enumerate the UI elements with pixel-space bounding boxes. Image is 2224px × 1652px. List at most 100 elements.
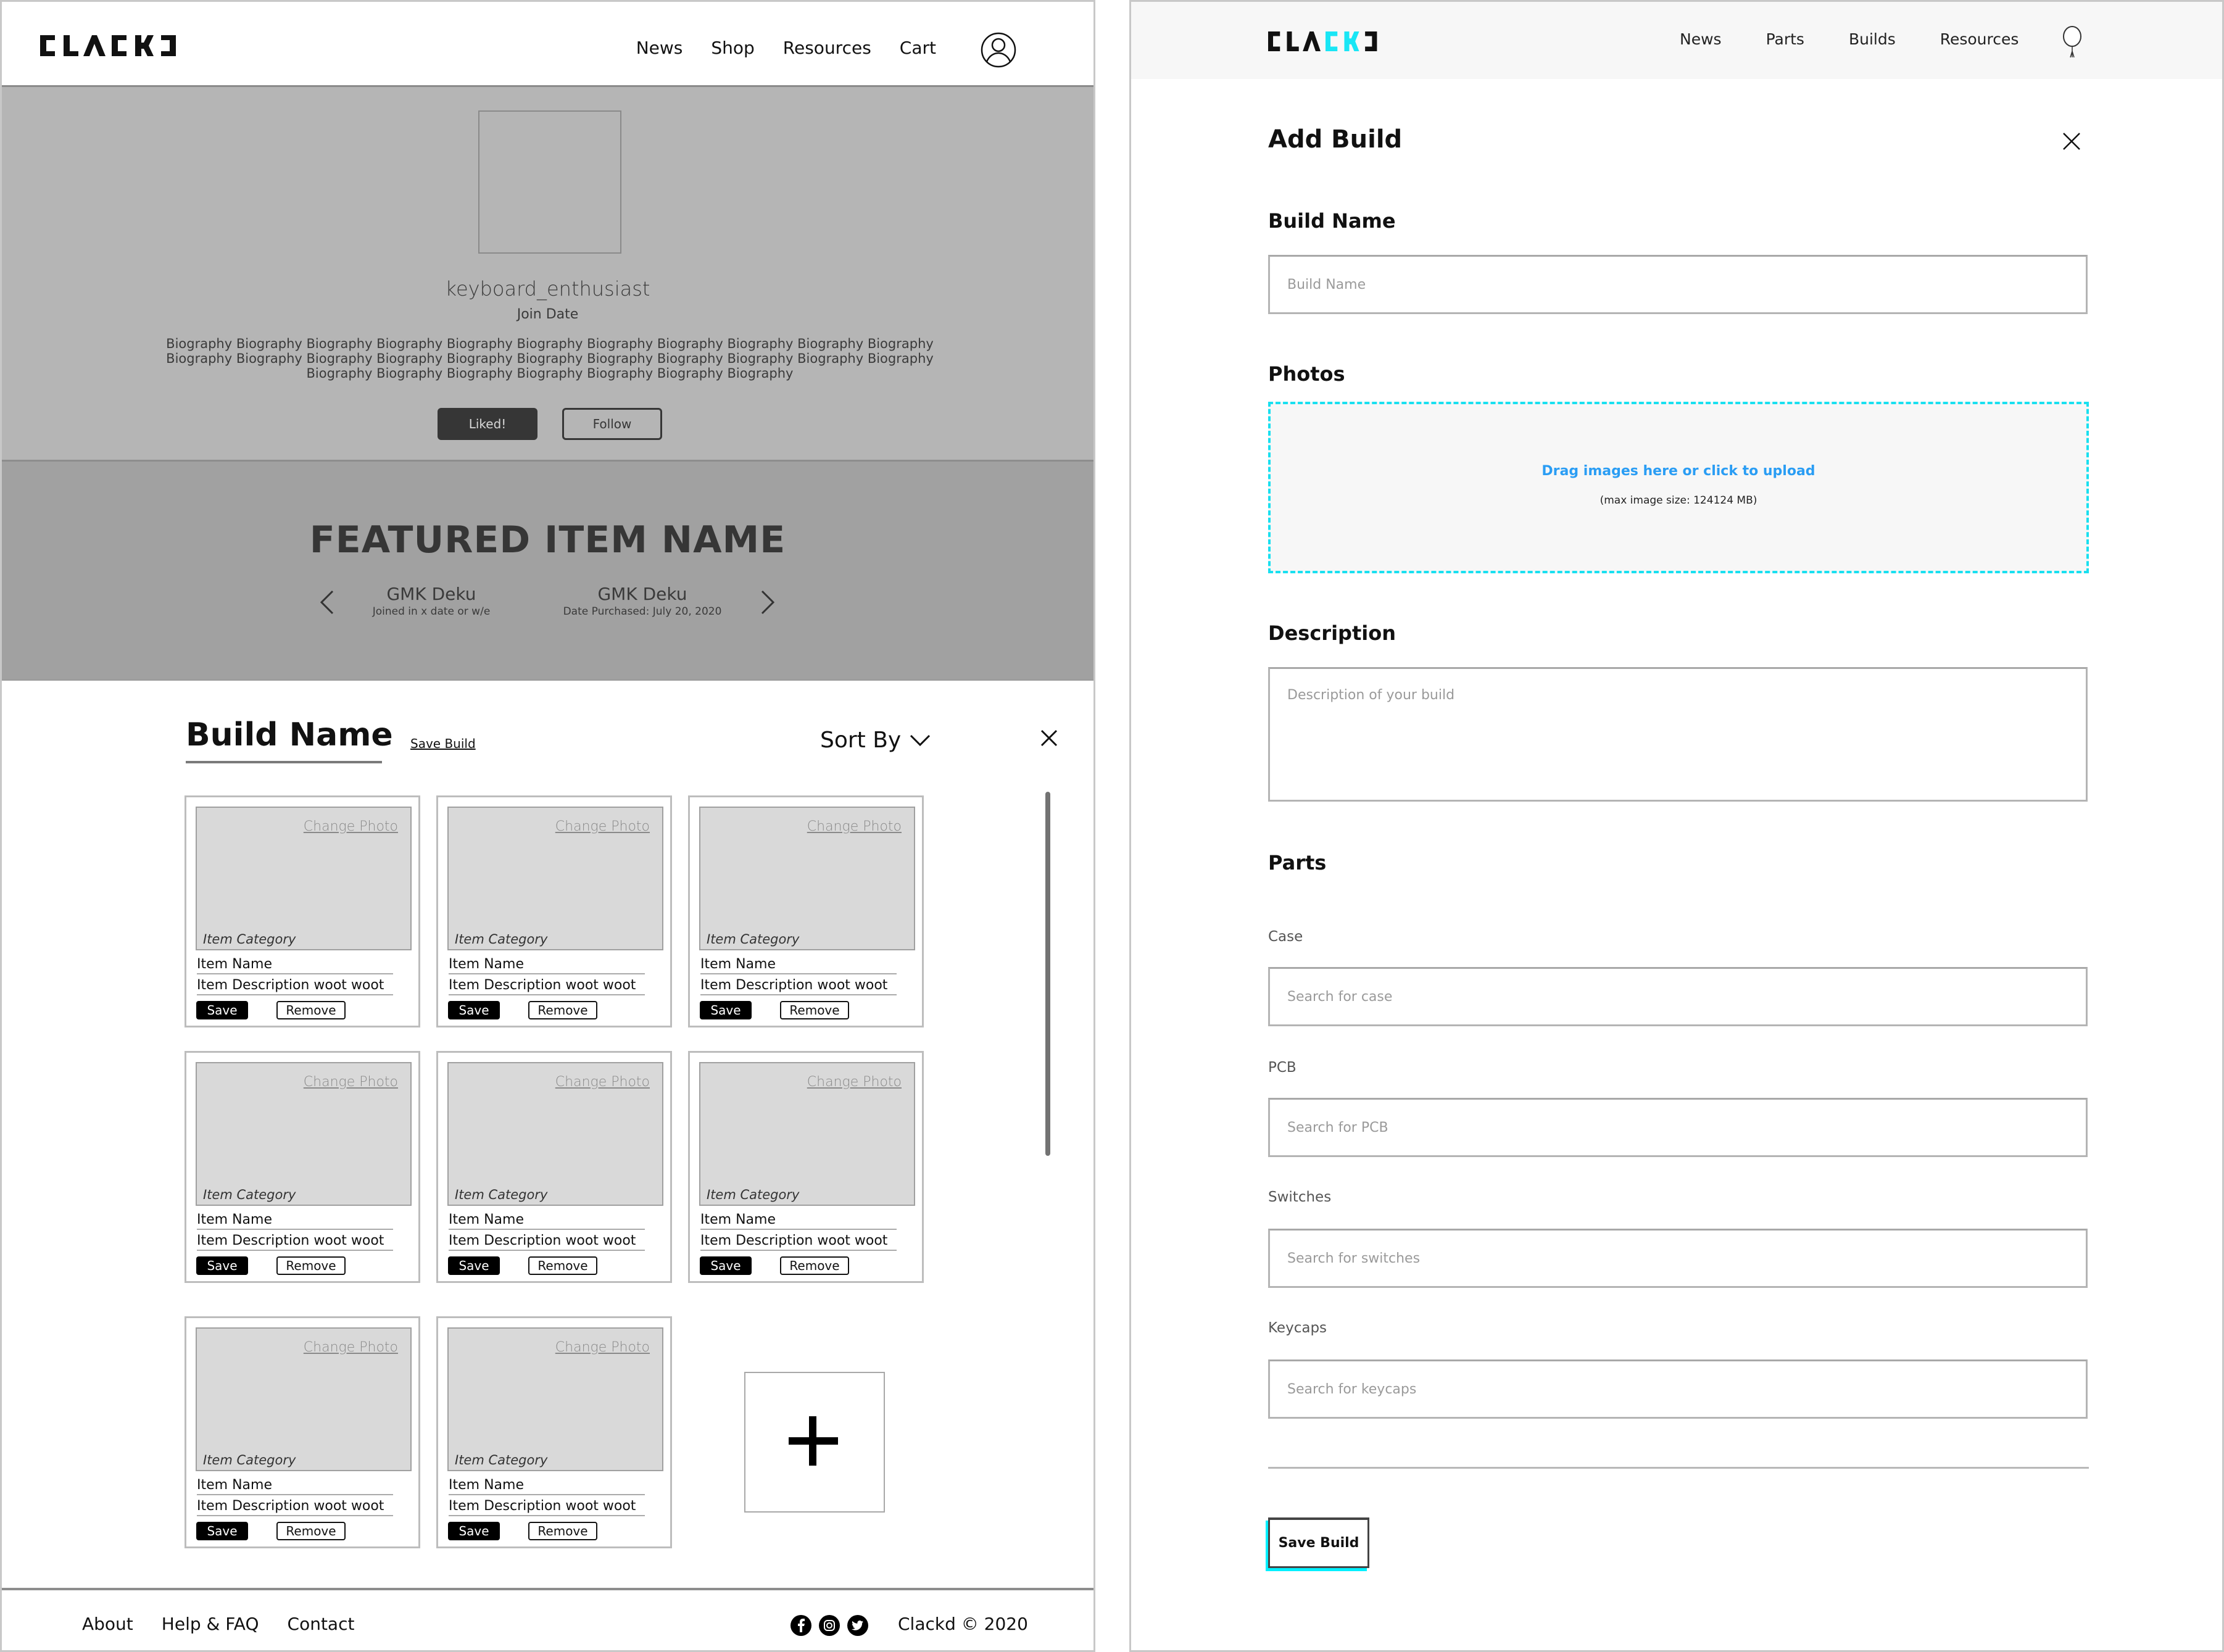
remove-item-button[interactable]: Remove bbox=[276, 1256, 346, 1275]
item-photo: Change Photo Item Category bbox=[447, 1062, 663, 1206]
clackd-logo[interactable] bbox=[40, 35, 183, 56]
featured-item-name: GMK Deku bbox=[597, 584, 687, 604]
switches-search-input[interactable] bbox=[1268, 1229, 2088, 1288]
item-description: Item Description woot woot bbox=[449, 1498, 645, 1516]
build-name-input[interactable] bbox=[1268, 255, 2088, 314]
footer-help-faq[interactable]: Help & FAQ bbox=[162, 1614, 259, 1634]
scrollbar[interactable] bbox=[1045, 792, 1050, 1156]
item-photo: Change Photo Item Category bbox=[196, 1327, 412, 1471]
item-photo: Change Photo Item Category bbox=[699, 1062, 915, 1206]
change-photo-link[interactable]: Change Photo bbox=[555, 1340, 650, 1355]
remove-item-button[interactable]: Remove bbox=[528, 1001, 597, 1019]
change-photo-link[interactable]: Change Photo bbox=[304, 819, 398, 834]
build-item-card: Change Photo Item Category Item Name Item D… bbox=[436, 795, 672, 1027]
build-item-card: Change Photo Item Category Item Name Item D… bbox=[688, 1051, 924, 1283]
item-category: Item Category bbox=[203, 1187, 296, 1202]
nav-news[interactable]: News bbox=[1680, 30, 1722, 48]
save-item-button[interactable]: Save bbox=[448, 1522, 500, 1540]
footer-about[interactable]: About bbox=[82, 1614, 133, 1634]
featured-item[interactable]: GMK Deku Date Purchased: July 20, 2020 bbox=[531, 584, 753, 618]
user-circle-icon[interactable] bbox=[980, 31, 1017, 68]
save-item-button[interactable]: Save bbox=[448, 1256, 500, 1275]
remove-item-button[interactable]: Remove bbox=[528, 1522, 597, 1540]
nav-resources[interactable]: Resources bbox=[783, 38, 871, 58]
save-item-button[interactable]: Save bbox=[700, 1001, 752, 1019]
build-name-title: Build Name bbox=[186, 716, 393, 753]
change-photo-link[interactable]: Change Photo bbox=[555, 1074, 650, 1090]
liked-button[interactable]: Liked! bbox=[438, 408, 537, 440]
keycaps-search-input[interactable] bbox=[1268, 1359, 2088, 1419]
item-name: Item Name bbox=[449, 957, 645, 974]
nav-news[interactable]: News bbox=[636, 38, 683, 58]
remove-item-button[interactable]: Remove bbox=[276, 1001, 346, 1019]
instagram-icon[interactable] bbox=[819, 1615, 840, 1636]
build-title-underline bbox=[186, 761, 382, 763]
twitter-icon[interactable] bbox=[847, 1615, 868, 1636]
sort-by-dropdown[interactable]: Sort By bbox=[820, 728, 931, 753]
remove-item-button[interactable]: Remove bbox=[528, 1256, 597, 1275]
item-category: Item Category bbox=[203, 932, 296, 947]
item-photo: Change Photo Item Category bbox=[447, 1327, 663, 1471]
build-item-card: Change Photo Item Category Item Name Item D… bbox=[185, 795, 420, 1027]
item-photo: Change Photo Item Category bbox=[447, 807, 663, 950]
chevron-right-icon[interactable] bbox=[758, 589, 777, 616]
save-build-button[interactable]: Save Build bbox=[1268, 1517, 1369, 1568]
save-item-button[interactable]: Save bbox=[196, 1001, 248, 1019]
nav-resources[interactable]: Resources bbox=[1940, 30, 2019, 48]
item-photo: Change Photo Item Category bbox=[196, 807, 412, 950]
nav-cart[interactable]: Cart bbox=[900, 38, 936, 58]
form-divider bbox=[1268, 1467, 2089, 1469]
save-item-button[interactable]: Save bbox=[196, 1522, 248, 1540]
change-photo-link[interactable]: Change Photo bbox=[304, 1074, 398, 1090]
item-photo: Change Photo Item Category bbox=[699, 807, 915, 950]
item-name: Item Name bbox=[197, 1212, 393, 1230]
biography: Biography Biography Biography Biography … bbox=[166, 336, 934, 381]
pcb-search-input[interactable] bbox=[1268, 1098, 2088, 1157]
nav-parts[interactable]: Parts bbox=[1766, 30, 1804, 48]
change-photo-link[interactable]: Change Photo bbox=[807, 1074, 902, 1090]
save-build-link[interactable]: Save Build bbox=[410, 736, 476, 751]
remove-item-button[interactable]: Remove bbox=[276, 1522, 346, 1540]
item-category: Item Category bbox=[203, 1453, 296, 1467]
main-nav: News Parts Builds Resources bbox=[1680, 30, 2019, 48]
footer-contact[interactable]: Contact bbox=[288, 1614, 355, 1634]
case-search-input[interactable] bbox=[1268, 967, 2088, 1026]
item-name: Item Name bbox=[197, 1477, 393, 1495]
facebook-icon[interactable] bbox=[790, 1615, 811, 1636]
close-icon[interactable] bbox=[1040, 729, 1058, 747]
nav-shop[interactable]: Shop bbox=[711, 38, 754, 58]
clackd-logo[interactable] bbox=[1268, 31, 1383, 51]
change-photo-link[interactable]: Change Photo bbox=[555, 819, 650, 834]
build-name-label: Build Name bbox=[1268, 209, 1396, 233]
save-item-button[interactable]: Save bbox=[196, 1256, 248, 1275]
clackd-logo-icon bbox=[1268, 31, 1377, 51]
item-name: Item Name bbox=[700, 957, 897, 974]
item-description: Item Description woot woot bbox=[197, 1233, 393, 1251]
item-description: Item Description woot woot bbox=[700, 978, 897, 995]
build-item-card: Change Photo Item Category Item Name Item D… bbox=[185, 1051, 420, 1283]
close-icon[interactable] bbox=[2062, 131, 2081, 151]
add-item-button[interactable] bbox=[744, 1372, 885, 1513]
form-title: Add Build bbox=[1268, 125, 1403, 154]
follow-button[interactable]: Follow bbox=[562, 408, 662, 440]
remove-item-button[interactable]: Remove bbox=[780, 1256, 849, 1275]
featured-item[interactable]: GMK Deku Joined in x date or w/e bbox=[320, 584, 542, 618]
nav-builds[interactable]: Builds bbox=[1849, 30, 1896, 48]
item-category: Item Category bbox=[707, 1187, 800, 1202]
description-textarea[interactable] bbox=[1268, 667, 2088, 802]
item-description: Item Description woot woot bbox=[197, 1498, 393, 1516]
remove-item-button[interactable]: Remove bbox=[780, 1001, 849, 1019]
save-item-button[interactable]: Save bbox=[700, 1256, 752, 1275]
build-item-card: Change Photo Item Category Item Name Item D… bbox=[688, 795, 924, 1027]
avatar[interactable] bbox=[478, 110, 621, 254]
change-photo-link[interactable]: Change Photo bbox=[304, 1340, 398, 1355]
featured-item-subtitle: Date Purchased: July 20, 2020 bbox=[563, 605, 722, 618]
clackd-logo-icon bbox=[40, 35, 176, 56]
change-photo-link[interactable]: Change Photo bbox=[807, 819, 902, 834]
sort-by-label: Sort By bbox=[820, 728, 902, 753]
balloon-icon[interactable] bbox=[2062, 25, 2083, 59]
save-item-button[interactable]: Save bbox=[448, 1001, 500, 1019]
item-name: Item Name bbox=[449, 1477, 645, 1495]
item-category: Item Category bbox=[707, 932, 800, 947]
photo-dropzone[interactable]: Drag images here or click to upload (max… bbox=[1268, 402, 2089, 573]
